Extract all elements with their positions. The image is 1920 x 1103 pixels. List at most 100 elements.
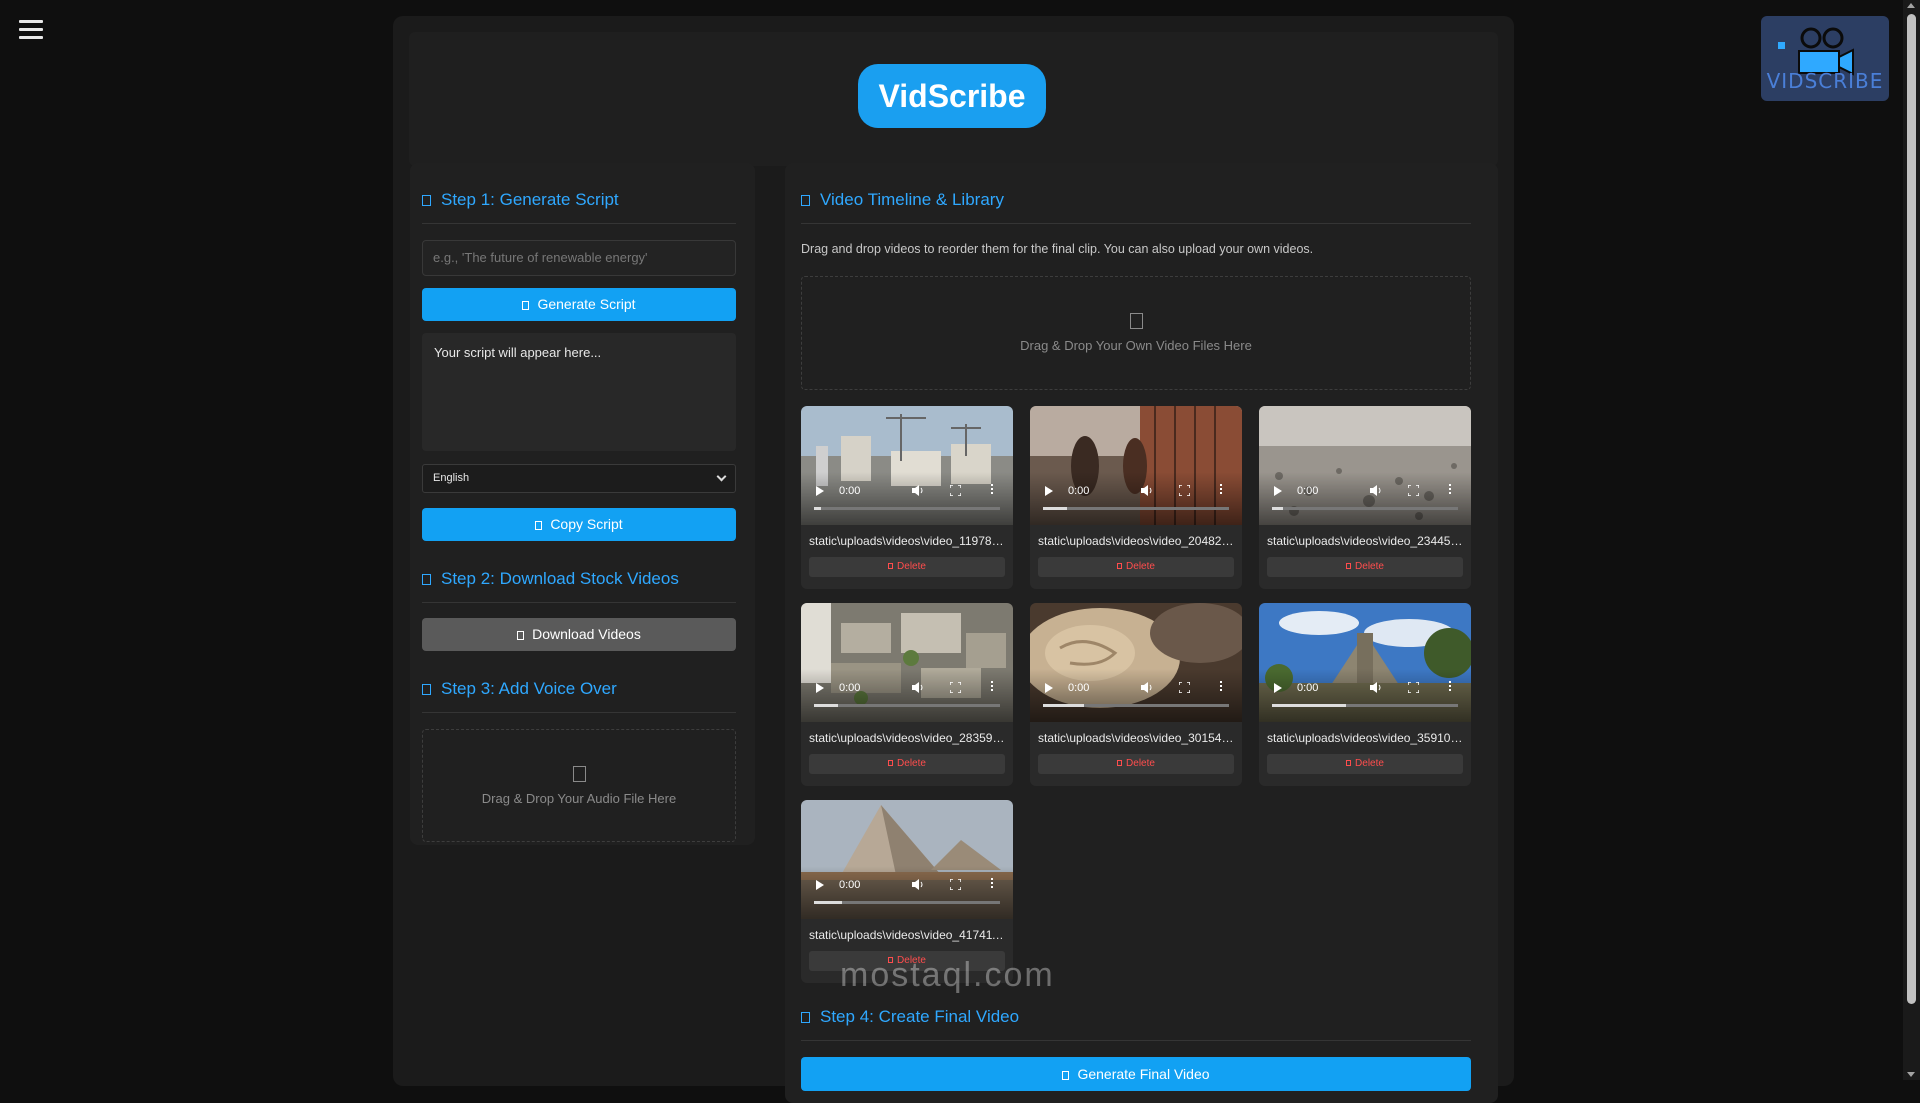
video-filename: static\uploads\videos\video_234454... (1267, 534, 1463, 548)
script-output[interactable]: Your script will appear here... (422, 333, 736, 451)
divider (422, 223, 736, 224)
play-icon[interactable] (816, 486, 824, 496)
copy-icon (535, 521, 543, 530)
play-icon[interactable] (1274, 683, 1282, 693)
app-container: VidScribe Step 1: Generate Script e.g., … (393, 16, 1514, 1103)
video-controls: 0:00 (801, 472, 1013, 525)
fullscreen-icon[interactable] (1179, 682, 1190, 693)
video-filename: static\uploads\videos\video_204824... (1038, 534, 1234, 548)
step4-title: Step 4: Create Final Video (801, 1007, 1019, 1027)
video-progress-bar[interactable] (1043, 507, 1229, 510)
download-icon (517, 631, 525, 640)
play-icon[interactable] (816, 683, 824, 693)
fullscreen-icon[interactable] (1179, 485, 1190, 496)
fullscreen-icon[interactable] (1408, 485, 1419, 496)
video-filename: static\uploads\videos\video_417411... (809, 928, 1005, 942)
page-scrollbar[interactable] (1903, 0, 1920, 1080)
app-logo: VIDSCRIBE (1761, 16, 1889, 101)
volume-icon[interactable] (1141, 682, 1153, 693)
video-controls: 0:00 (801, 669, 1013, 722)
fullscreen-icon[interactable] (950, 879, 961, 890)
chevron-down-icon (716, 471, 727, 482)
scroll-up-icon[interactable] (1907, 3, 1915, 8)
play-icon[interactable] (1045, 486, 1053, 496)
video-card[interactable]: 0:00 static\uploads\videos\video_204824.… (1030, 406, 1242, 589)
volume-icon[interactable] (912, 879, 924, 890)
volume-icon[interactable] (912, 485, 924, 496)
video-progress-bar[interactable] (1272, 704, 1458, 707)
divider (801, 1040, 1471, 1041)
film-icon (801, 195, 810, 206)
more-options-icon[interactable] (1449, 484, 1452, 497)
volume-icon[interactable] (1370, 485, 1382, 496)
video-icon (1062, 1071, 1070, 1080)
video-card[interactable]: 0:00 static\uploads\videos\video_359101.… (1259, 603, 1471, 786)
video-time: 0:00 (1297, 485, 1319, 497)
delete-video-button[interactable]: Delete (1038, 557, 1234, 577)
generate-script-button[interactable]: Generate Script (422, 288, 736, 321)
video-controls: 0:00 (1030, 472, 1242, 525)
video-controls: 0:00 (1259, 669, 1471, 722)
more-options-icon[interactable] (991, 878, 994, 891)
more-options-icon[interactable] (1220, 681, 1223, 694)
generate-final-video-button[interactable]: Generate Final Video (801, 1057, 1471, 1091)
volume-icon[interactable] (1141, 485, 1153, 496)
fullscreen-icon[interactable] (950, 682, 961, 693)
video-controls: 0:00 (801, 866, 1013, 919)
video-controls: 0:00 (1259, 472, 1471, 525)
video-time: 0:00 (839, 682, 861, 694)
delete-video-button[interactable]: Delete (1038, 754, 1234, 774)
video-time: 0:00 (1068, 485, 1090, 497)
video-progress-bar[interactable] (1272, 507, 1458, 510)
library-title: Video Timeline & Library (801, 190, 1004, 210)
step3-title: Step 3: Add Voice Over (422, 679, 617, 699)
scroll-down-icon[interactable] (1907, 1072, 1915, 1077)
divider (422, 712, 736, 713)
step1-title: Step 1: Generate Script (422, 190, 619, 210)
download-videos-button[interactable]: Download Videos (422, 618, 736, 651)
video-progress-bar[interactable] (814, 704, 1000, 707)
delete-video-button[interactable]: Delete (809, 754, 1005, 774)
play-icon[interactable] (816, 880, 824, 890)
fullscreen-icon[interactable] (950, 485, 961, 496)
video-progress-bar[interactable] (814, 901, 1000, 904)
video-card[interactable]: 0:00 static\uploads\videos\video_234454.… (1259, 406, 1471, 589)
video-filename: static\uploads\videos\video_359101... (1267, 731, 1463, 745)
play-icon[interactable] (1274, 486, 1282, 496)
microphone-icon (422, 684, 431, 695)
trash-icon (1117, 563, 1123, 569)
magic-icon (522, 301, 530, 310)
download-icon (422, 574, 431, 585)
brand-title: VidScribe (858, 64, 1046, 128)
more-options-icon[interactable] (991, 484, 994, 497)
video-progress-bar[interactable] (1043, 704, 1229, 707)
video-dropzone[interactable]: Drag & Drop Your Own Video Files Here (801, 276, 1471, 390)
play-icon[interactable] (1045, 683, 1053, 693)
more-options-icon[interactable] (1220, 484, 1223, 497)
delete-video-button[interactable]: Delete (809, 557, 1005, 577)
video-time: 0:00 (839, 879, 861, 891)
language-select[interactable]: English (422, 464, 736, 493)
script-icon (422, 195, 431, 206)
volume-icon[interactable] (1370, 682, 1382, 693)
upload-icon (572, 766, 586, 782)
trash-icon (888, 563, 894, 569)
volume-icon[interactable] (912, 682, 924, 693)
video-card[interactable]: 0:00 static\uploads\videos\video_283599.… (801, 603, 1013, 786)
delete-video-button[interactable]: Delete (1267, 557, 1463, 577)
video-time: 0:00 (1068, 682, 1090, 694)
trash-icon (1117, 760, 1123, 766)
topic-input[interactable]: e.g., 'The future of renewable energy' (422, 240, 736, 276)
fullscreen-icon[interactable] (1408, 682, 1419, 693)
delete-video-button[interactable]: Delete (1267, 754, 1463, 774)
audio-dropzone[interactable]: Drag & Drop Your Audio File Here (422, 729, 736, 842)
more-options-icon[interactable] (1449, 681, 1452, 694)
copy-script-button[interactable]: Copy Script (422, 508, 736, 541)
video-progress-bar[interactable] (814, 507, 1000, 510)
hamburger-menu-icon[interactable] (19, 20, 45, 44)
video-card[interactable]: 0:00 static\uploads\videos\video_301549.… (1030, 603, 1242, 786)
scrollbar-thumb[interactable] (1907, 14, 1916, 1004)
header: VidScribe (409, 32, 1498, 166)
video-card[interactable]: 0:00 static\uploads\videos\video_119780.… (801, 406, 1013, 589)
more-options-icon[interactable] (991, 681, 994, 694)
